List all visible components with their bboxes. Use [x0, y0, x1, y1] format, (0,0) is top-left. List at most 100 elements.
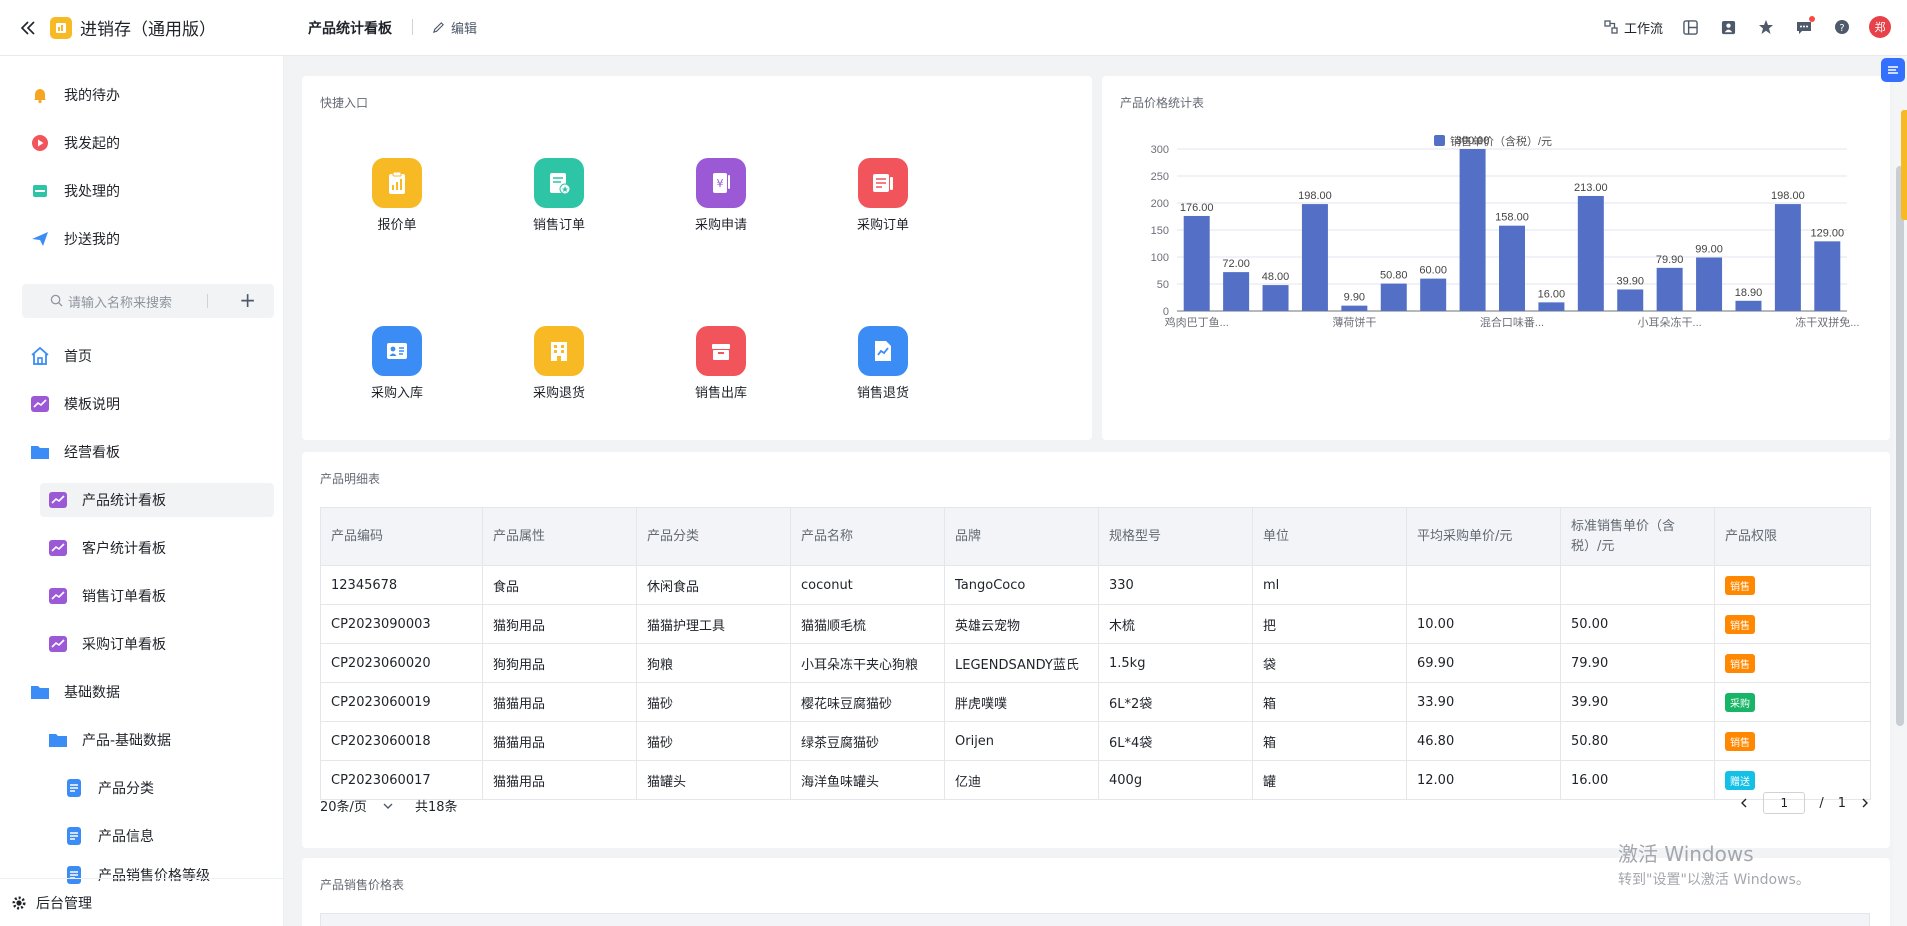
admin-button[interactable]: 后台管理 [0, 878, 284, 926]
chart-bar[interactable] [1341, 305, 1368, 311]
page-tab-title[interactable]: 产品统计看板 [308, 18, 392, 38]
detail-table-title: 产品明细表 [320, 472, 381, 486]
chart-bar[interactable] [1262, 285, 1289, 311]
quick-entry-purchase-inbound[interactable]: 采购入库 [337, 326, 457, 401]
chart-bar[interactable] [1223, 272, 1250, 311]
column-header[interactable]: 产品分类 [636, 507, 791, 566]
quick-entry-purchase-return[interactable]: 采购退货 [499, 326, 619, 401]
quick-entry-purchase-order[interactable]: 采购订单 [823, 158, 943, 233]
column-header[interactable]: 产品名称 [790, 507, 945, 566]
cell-category: 狗粮 [636, 643, 791, 683]
edit-button[interactable]: 编辑 [432, 18, 477, 37]
scrollbar-thumb[interactable] [1896, 166, 1904, 726]
chart-bar[interactable] [1420, 278, 1447, 311]
column-header[interactable]: 规格型号 [1098, 507, 1253, 566]
sidebar-item-label: 客户统计看板 [82, 541, 166, 557]
quick-entry-purchase-request[interactable]: ¥ 采购申请 [661, 158, 781, 233]
sidebar-item-product-base-data[interactable]: 产品-基础数据 [48, 723, 171, 757]
next-page-icon[interactable] [1860, 798, 1870, 808]
table-row[interactable]: CP2023060018 猫猫用品 猫砂 绿茶豆腐猫砂 Orijen 6L*4袋箱 46.8… [320, 721, 1871, 761]
avatar[interactable]: 郑 [1869, 16, 1891, 38]
sidebar-item-template[interactable]: 模板说明 [30, 387, 120, 421]
chart-bar[interactable] [1577, 195, 1604, 311]
column-header[interactable]: 产品权限 [1714, 507, 1871, 566]
collapse-back-icon[interactable] [18, 18, 38, 38]
chart-bar[interactable] [1499, 225, 1525, 311]
sidebar-item-product-info[interactable]: 产品信息 [64, 819, 154, 853]
prev-page-icon[interactable] [1739, 798, 1749, 808]
search-divider [207, 294, 208, 308]
chart-bar[interactable] [1735, 300, 1762, 311]
column-header[interactable]: 单位 [1252, 507, 1407, 566]
quick-entry-label: 销售退货 [856, 386, 909, 401]
column-header[interactable]: 标准销售单价（含税）/元 [1560, 507, 1715, 566]
sidebar-item-sales-board[interactable]: 销售订单看板 [48, 579, 166, 613]
chart-bar[interactable] [1538, 302, 1565, 311]
cell-name: 樱花味豆腐猫砂 [790, 682, 945, 722]
column-header[interactable]: 产品编码 [320, 507, 483, 566]
chart-bar[interactable] [1459, 149, 1486, 311]
cell-spec: 6L*4袋 [1098, 721, 1253, 761]
contacts-icon[interactable] [1717, 16, 1739, 38]
column-header[interactable]: 品牌 [944, 507, 1099, 566]
add-icon[interactable]: + [239, 288, 256, 312]
help-icon[interactable]: ? [1831, 16, 1853, 38]
sidebar-search-input[interactable]: 请输入名称来搜索 + [22, 284, 274, 318]
folder-icon [48, 730, 68, 750]
quick-entry-sales-outbound[interactable]: 销售出库 [661, 326, 781, 401]
quick-entry-quote[interactable]: 报价单 [337, 158, 457, 233]
quick-entry-sales-order[interactable]: 销售订单 [499, 158, 619, 233]
quick-entry-sales-return[interactable]: 销售退货 [823, 326, 943, 401]
layout-icon[interactable] [1679, 16, 1701, 38]
bar-value-label: 39.90 [1616, 275, 1644, 287]
sidebar-item-processed[interactable]: 我处理的 [30, 174, 120, 208]
chart-bar[interactable] [1774, 204, 1801, 311]
workflow-button[interactable]: 工作流 [1604, 18, 1663, 37]
floating-assistant-icon[interactable] [1881, 58, 1905, 82]
column-header[interactable]: 平均采购单价/元 [1406, 507, 1561, 566]
chart-bar[interactable] [1301, 204, 1328, 311]
sidebar-item-label: 产品统计看板 [82, 493, 166, 509]
order-star-icon [534, 158, 584, 208]
message-icon[interactable] [1793, 16, 1815, 38]
chart-bar[interactable] [1696, 257, 1723, 311]
sidebar-item-customer-board[interactable]: 客户统计看板 [48, 531, 166, 565]
bar-value-label: 198.00 [1298, 190, 1332, 202]
cell-category: 猫猫护理工具 [636, 604, 791, 644]
page-size-select[interactable]: 20条/页 [320, 796, 393, 815]
cell-std-price: 50.00 [1560, 604, 1715, 644]
page-number-input[interactable]: 1 [1763, 792, 1806, 814]
workflow-label: 工作流 [1623, 21, 1663, 37]
table-row[interactable]: CP2023090003 猫狗用品 猫猫护理工具 猫猫顺毛梳 英雄云宠物 木梳把 10.00… [320, 604, 1871, 644]
table-row[interactable]: CP2023060019 猫猫用品 猫砂 樱花味豆腐猫砂 胖虎噗噗 6L*2袋箱 33.90… [320, 682, 1871, 722]
side-tab[interactable] [1901, 110, 1907, 220]
table-row[interactable]: 12345678 食品 休闲食品 coconut TangoCoco 330 ml 销售 [320, 565, 1871, 605]
y-tick-label: 200 [1151, 198, 1169, 210]
cell-code: CP2023060019 [320, 682, 483, 722]
bar-value-label: 176.00 [1180, 202, 1214, 214]
sidebar-item-initiated[interactable]: 我发起的 [30, 126, 120, 160]
table-row[interactable]: CP2023060020 狗狗用品 狗粮 小耳朵冻干夹心狗粮 LEGENDSANDY蓝氏… [320, 643, 1871, 683]
chart-bar[interactable] [1183, 215, 1210, 311]
cell-spec: 6L*2袋 [1098, 682, 1253, 722]
sidebar-item-todo[interactable]: 我的待办 [30, 78, 120, 112]
chart-bar[interactable] [1380, 283, 1407, 311]
chart-bar[interactable] [1656, 267, 1683, 311]
sidebar-item-product-board[interactable]: 产品统计看板 [40, 483, 274, 517]
sidebar-item-cc[interactable]: 抄送我的 [30, 222, 120, 256]
sidebar-item-purchase-board[interactable]: 采购订单看板 [48, 627, 166, 661]
sidebar-item-base-data[interactable]: 基础数据 [30, 675, 120, 709]
permission-badge: 销售 [1725, 614, 1755, 634]
chart-bar[interactable] [1814, 241, 1841, 311]
sidebar-item-home[interactable]: 首页 [30, 339, 92, 373]
star-icon[interactable] [1755, 16, 1777, 38]
page-separator: / [1819, 795, 1824, 811]
y-tick-label: 150 [1151, 225, 1169, 237]
column-header[interactable]: 产品属性 [482, 507, 637, 566]
sidebar-item-business-board[interactable]: 经营看板 [30, 435, 120, 469]
cell-code: 12345678 [320, 565, 483, 605]
sidebar-item-product-category[interactable]: 产品分类 [64, 771, 154, 805]
cell-permission: 销售 [1714, 604, 1871, 644]
chart-bar[interactable] [1617, 289, 1644, 311]
cell-name: coconut [790, 565, 945, 605]
